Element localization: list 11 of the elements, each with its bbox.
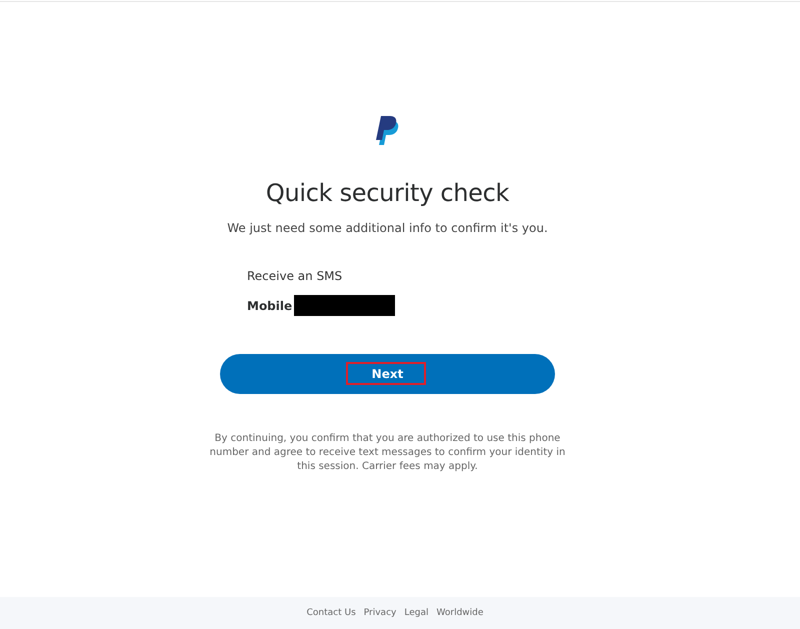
next-button[interactable]: Next	[220, 354, 555, 394]
disclaimer-text: By continuing, you confirm that you are authorized to use this phone number and agree to receive text messages to confirm your identity in this session. Carrier fees may apply.	[208, 432, 566, 474]
footer-link[interactable]: Legal	[404, 608, 428, 618]
footer-link[interactable]: Privacy	[364, 608, 396, 618]
subtitle-text: We just need some additional info to confirm it's you.	[227, 221, 548, 235]
mobile-label: Mobile	[247, 298, 292, 312]
sms-option-label: Receive an SMS	[247, 269, 342, 283]
footer-link[interactable]: Worldwide	[436, 608, 484, 618]
footer-link[interactable]: Contact Us	[306, 608, 356, 618]
logo-icon	[374, 115, 400, 147]
page-title: Quick security check	[266, 179, 510, 207]
